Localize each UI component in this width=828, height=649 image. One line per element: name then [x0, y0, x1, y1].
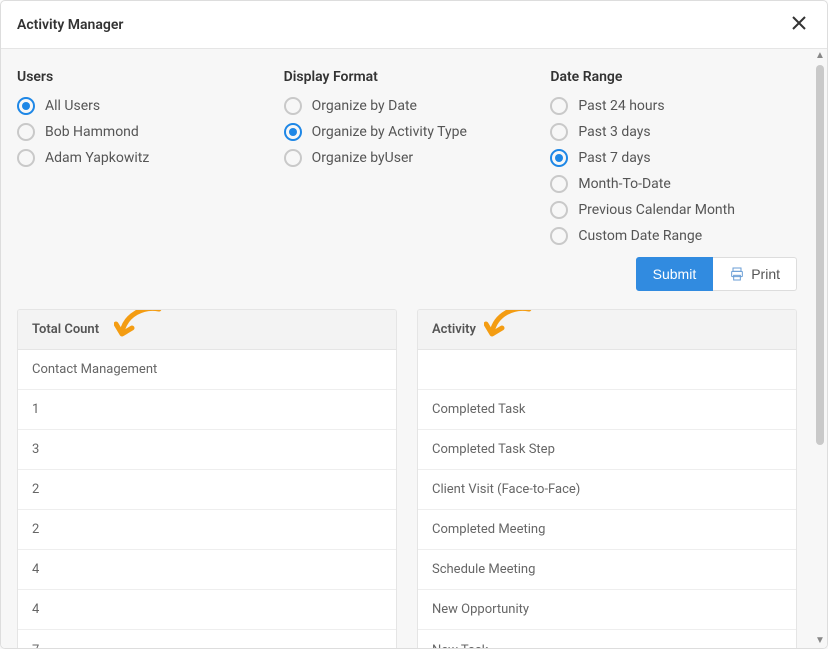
filter-date-range: Date Range Past 24 hours Past 3 days Past … [550, 69, 797, 291]
display-format-option[interactable]: Organize by Activity Type [284, 123, 531, 141]
radio-icon [17, 97, 35, 115]
radio-icon [17, 149, 35, 167]
radio-icon [550, 227, 568, 245]
filter-display-format: Display Format Organize by Date Organize … [284, 69, 531, 291]
users-option[interactable]: Bob Hammond [17, 123, 264, 141]
table-row: Client Visit (Face-to-Face) [418, 470, 796, 510]
table-row: 7 [18, 630, 396, 648]
button-row: Submit Print [550, 257, 797, 291]
display-format-option[interactable]: Organize by Date [284, 97, 531, 115]
scroll-thumb[interactable] [816, 65, 824, 445]
total-count-header: Total Count [18, 310, 396, 350]
radio-label: Organize byUser [312, 150, 413, 166]
scroll-up-icon[interactable]: ▲ [813, 49, 827, 63]
radio-label: Organize by Activity Type [312, 124, 467, 140]
scroll-area: Users All Users Bob Hammond Adam Yapkowitz… [1, 49, 813, 648]
radio-label: Adam Yapkowitz [45, 150, 149, 166]
date-range-option[interactable]: Past 3 days [550, 123, 797, 141]
radio-label: Past 3 days [578, 124, 650, 140]
table-row: 1 [18, 390, 396, 430]
table-row: 2 [18, 470, 396, 510]
activity-table: Activity Completed TaskCompleted Task St… [417, 309, 797, 648]
radio-label: Past 7 days [578, 150, 650, 166]
print-label: Print [751, 266, 780, 282]
radio-icon [550, 201, 568, 219]
table-row: Completed Task [418, 390, 796, 430]
table-row: Completed Meeting [418, 510, 796, 550]
scroll-down-icon[interactable]: ▼ [813, 634, 827, 648]
total-count-table: Total Count Contact Management1322447 [17, 309, 397, 648]
filter-users-heading: Users [17, 69, 264, 85]
close-button[interactable] [787, 11, 811, 38]
date-range-option[interactable]: Previous Calendar Month [550, 201, 797, 219]
radio-icon [550, 97, 568, 115]
date-range-option[interactable]: Custom Date Range [550, 227, 797, 245]
filter-display-heading: Display Format [284, 69, 531, 85]
radio-label: All Users [45, 98, 100, 114]
radio-icon [550, 123, 568, 141]
radio-icon [284, 97, 302, 115]
print-icon [729, 266, 745, 282]
close-icon [791, 15, 807, 31]
date-range-option[interactable]: Month-To-Date [550, 175, 797, 193]
radio-label: Month-To-Date [578, 176, 670, 192]
activity-manager-modal: Activity Manager Users All Users Bob Hamm… [0, 0, 828, 649]
print-button[interactable]: Print [713, 257, 797, 291]
table-row [418, 350, 796, 390]
modal-title: Activity Manager [17, 17, 123, 33]
tables-row: Total Count Contact Management1322447 Ac… [17, 309, 797, 648]
table-row: 4 [18, 550, 396, 590]
table-row: New Opportunity [418, 590, 796, 630]
table-row: New Task [418, 630, 796, 648]
radio-icon [550, 149, 568, 167]
users-option[interactable]: Adam Yapkowitz [17, 149, 264, 167]
users-option[interactable]: All Users [17, 97, 264, 115]
radio-label: Past 24 hours [578, 98, 664, 114]
radio-icon [550, 175, 568, 193]
modal-body: Users All Users Bob Hammond Adam Yapkowitz… [1, 49, 827, 648]
radio-label: Organize by Date [312, 98, 417, 114]
radio-icon [284, 149, 302, 167]
radio-label: Custom Date Range [578, 228, 702, 244]
display-format-option[interactable]: Organize byUser [284, 149, 531, 167]
filter-users: Users All Users Bob Hammond Adam Yapkowitz [17, 69, 264, 291]
scrollbar[interactable]: ▲ ▼ [813, 49, 827, 648]
table-row: Schedule Meeting [418, 550, 796, 590]
radio-icon [17, 123, 35, 141]
table-row: Contact Management [18, 350, 396, 390]
table-row: 3 [18, 430, 396, 470]
activity-header: Activity [418, 310, 796, 350]
modal-header: Activity Manager [1, 1, 827, 49]
radio-label: Bob Hammond [45, 124, 139, 140]
table-row: 2 [18, 510, 396, 550]
date-range-option[interactable]: Past 7 days [550, 149, 797, 167]
radio-icon [284, 123, 302, 141]
date-range-option[interactable]: Past 24 hours [550, 97, 797, 115]
table-row: 4 [18, 590, 396, 630]
table-row: Completed Task Step [418, 430, 796, 470]
submit-button[interactable]: Submit [636, 257, 714, 291]
radio-label: Previous Calendar Month [578, 202, 735, 218]
filter-row: Users All Users Bob Hammond Adam Yapkowitz… [17, 69, 797, 291]
filter-date-heading: Date Range [550, 69, 797, 85]
